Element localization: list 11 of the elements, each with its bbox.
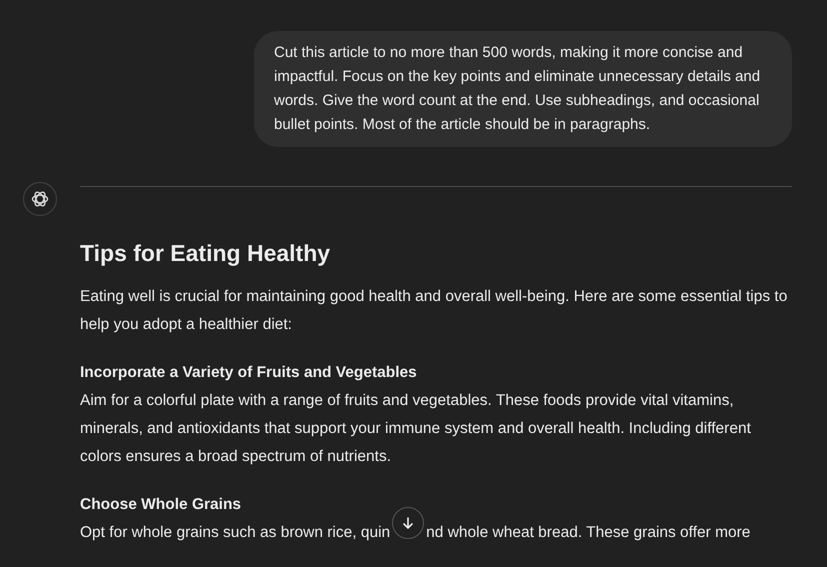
assistant-avatar-icon	[23, 182, 57, 216]
section-heading: Choose Whole Grains	[80, 495, 242, 515]
paragraph: Eating well is crucial for maintaining good health and overall well-being. Here are some essential tips to help you adopt a healthier diet:	[80, 287, 788, 335]
paragraph-text: Opt for whole grains such as brown rice, quin	[80, 523, 390, 543]
response-heading: Tips for Eating Healthy	[80, 239, 332, 268]
paragraph: Aim for a colorful plate with a range of fruits and vegetables. These foods provide vital vitamins, minerals, and antioxidants that support your immune system and overall health. Including different colors ensures a broad spectrum of nutrients.	[80, 391, 752, 467]
user-message: Cut this article to no more than 500 words, making it more concise and impactful. Focus on the key points and eliminate unnecessary details and words. Give the word count at the end. Use subheadings, and occasional bullet points. Most of the article should be in paragraphs.	[254, 31, 792, 147]
section-heading: Incorporate a Variety of Fruits and Vegetables	[80, 363, 418, 383]
scroll-down-button[interactable]	[392, 507, 424, 539]
arrow-down-icon	[401, 516, 416, 530]
paragraph-text: nd whole wheat bread. These grains offer more	[426, 523, 750, 543]
